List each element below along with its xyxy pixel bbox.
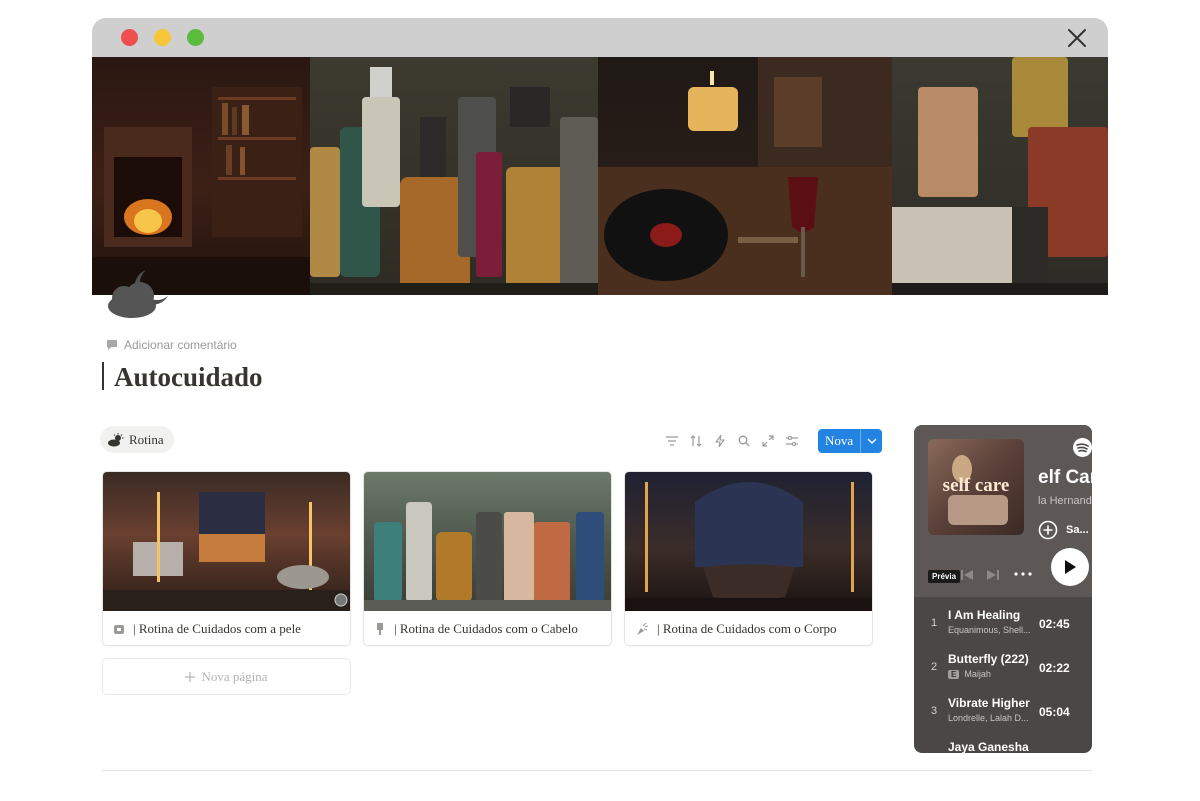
browser-window: Adicionar comentário Autocuidado Rotina [92,18,1108,798]
new-page-label: Nova página [201,668,268,684]
track-duration: 02:22 [1039,661,1070,675]
lightning-icon[interactable] [712,433,728,449]
cover-record-player-panel [598,57,892,295]
card-title-text: | Rotina de Cuidados com a pele [133,620,301,636]
sun-cloud-icon [108,432,124,446]
spotify-header: self care elf Car la Hernand Sa... Prévi… [914,425,1092,597]
cover-image[interactable] [92,57,1108,295]
database-toolbar: Nova [664,429,883,453]
new-button-label: Nova [825,433,854,448]
add-comment-label: Adicionar comentário [124,338,237,352]
track-artist: Equanimous, Shell... [948,625,1031,635]
view-tab-rotina[interactable]: Rotina [100,426,174,453]
card-cover-bathtub [625,472,872,611]
track-row[interactable]: 3 Vibrate Higher Londrelle, Lalah D... 0… [914,691,1092,733]
plus-icon [185,671,196,682]
settings-icon[interactable] [784,433,800,449]
cover-creams-panel [892,57,1108,295]
track-artist-text: Maijah [964,669,991,679]
more-options-icon[interactable] [1014,572,1032,576]
bottom-divider [102,770,1092,771]
card-skincare-routine[interactable]: | Rotina de Cuidados com a pele [102,471,351,646]
card-title: | Rotina de Cuidados com o Cabelo [364,611,611,645]
next-track-icon[interactable] [986,568,1000,582]
track-row[interactable]: Jaya Ganesha [914,735,1092,753]
card-title-text: | Rotina de Cuidados com o Corpo [657,620,837,636]
title-cursor [102,362,104,390]
track-name: Butterfly (222) [948,652,1029,666]
card-cover-bathroom [103,472,350,611]
cover-bottles-panel [310,57,598,295]
play-button[interactable] [1051,548,1089,586]
save-label: Sa... [1066,524,1089,536]
view-tab-label: Rotina [129,431,164,447]
track-duration: 05:04 [1039,705,1070,719]
track-number: 2 [931,661,938,673]
track-name: Jaya Ganesha [948,740,1029,753]
search-icon[interactable] [736,433,752,449]
sort-icon[interactable] [688,433,704,449]
spotify-embed[interactable]: self care elf Car la Hernand Sa... Prévi… [914,425,1092,753]
card-haircare-routine[interactable]: | Rotina de Cuidados com o Cabelo [363,471,612,646]
skincare-icon [114,624,124,634]
page-title-text: Autocuidado [114,362,263,392]
page-title[interactable]: Autocuidado [102,362,263,393]
cloud-moon-icon[interactable] [102,268,174,320]
maximize-window-button[interactable] [187,29,204,46]
close-window-button[interactable] [121,29,138,46]
track-name: I Am Healing [948,608,1021,622]
card-bodycare-routine[interactable]: | Rotina de Cuidados com o Corpo [624,471,873,646]
hairbrush-icon [377,622,383,635]
track-number: 3 [931,705,938,717]
spotify-logo-icon[interactable] [1073,438,1092,457]
previous-track-icon[interactable] [960,568,974,582]
track-artist-text: Londrelle, Lalah D... [948,713,1029,723]
close-icon[interactable] [1066,27,1088,49]
track-duration: 02:45 [1039,617,1070,631]
add-comment-button[interactable]: Adicionar comentário [106,338,237,352]
window-titlebar [92,18,1108,57]
preview-badge: Prévia [928,570,961,583]
play-icon [1065,560,1076,574]
card-title-text: | Rotina de Cuidados com o Cabelo [394,620,578,636]
minimize-window-button[interactable] [154,29,171,46]
track-row[interactable]: 1 I Am Healing Equanimous, Shell... 02:4… [914,603,1092,645]
expand-icon[interactable] [760,433,776,449]
track-number: 1 [931,617,938,629]
save-on-spotify-button[interactable]: Sa... [1038,520,1089,540]
track-name: Vibrate Higher [948,696,1030,710]
new-page-button[interactable]: Nova página [102,658,351,695]
spray-icon [637,622,649,635]
filter-icon[interactable] [664,433,680,449]
add-circle-icon [1038,520,1058,540]
playlist-cover-text: self care [942,475,1010,496]
explicit-badge: E [948,669,960,679]
track-artist: Londrelle, Lalah D... [948,713,1029,723]
track-artist-text: Equanimous, Shell... [948,625,1031,635]
card-title: | Rotina de Cuidados com a pele [103,611,350,645]
comment-icon [107,340,117,350]
track-artist: E Maijah [948,669,991,679]
card-title: | Rotina de Cuidados com o Corpo [625,611,872,645]
playlist-cover[interactable]: self care [928,439,1024,535]
playlist-owner[interactable]: la Hernand [1038,495,1092,507]
track-row[interactable]: 2 Butterfly (222) E Maijah 02:22 [914,647,1092,689]
cover-fireplace-panel [92,57,310,295]
new-button[interactable]: Nova [818,429,883,453]
card-cover-bottles [364,472,611,611]
chevron-down-icon[interactable] [860,429,882,453]
playlist-title[interactable]: elf Car [1038,467,1092,489]
